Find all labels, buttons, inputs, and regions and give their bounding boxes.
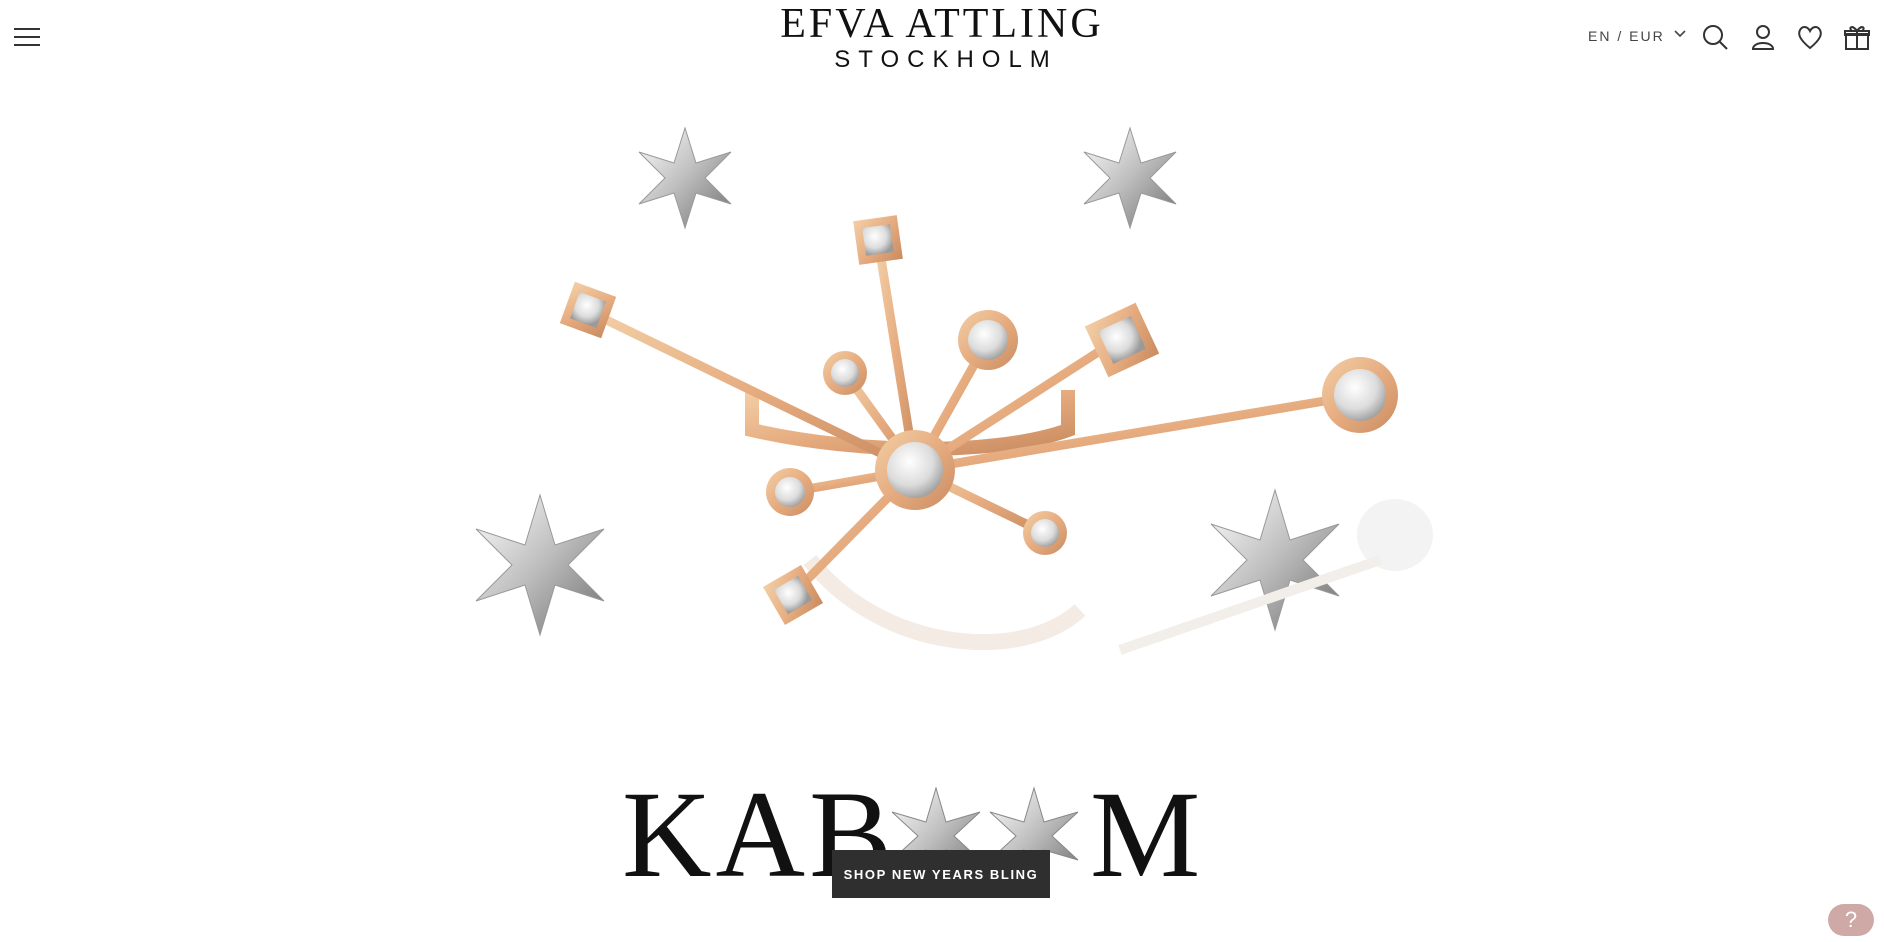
locale-selector[interactable]: EN / EUR: [1588, 28, 1686, 44]
star-diamond-icon: [1083, 126, 1177, 230]
account-icon[interactable]: [1748, 22, 1778, 52]
gift-bag-icon[interactable]: [1842, 22, 1872, 52]
hero-banner: KAB M: [0, 90, 1884, 920]
locale-label: EN / EUR: [1588, 28, 1665, 44]
princess-cut-stone: [1084, 302, 1160, 378]
site-header: EFVA ATTLING STOCKHOLM EN / EUR: [0, 0, 1884, 80]
round-cut-stone: [1023, 511, 1067, 555]
help-chat-button[interactable]: ?: [1828, 904, 1874, 936]
round-cut-stone: [1322, 357, 1398, 433]
round-cut-stone: [823, 351, 867, 395]
hero-jewelry-image: [475, 126, 1433, 655]
logo-line2: STOCKHOLM: [834, 46, 1058, 73]
star-diamond-icon: [638, 126, 732, 230]
center-round-stone: [875, 430, 955, 510]
wishlist-heart-icon[interactable]: [1795, 22, 1825, 52]
princess-cut-stone: [559, 281, 617, 339]
search-icon[interactable]: [1700, 22, 1730, 52]
shop-new-years-bling-button[interactable]: SHOP NEW YEARS BLING: [832, 850, 1050, 898]
headline-part2: M: [1090, 766, 1205, 903]
round-cut-stone: [766, 468, 814, 516]
princess-cut-stone: [853, 215, 903, 265]
star-diamond-icon: [475, 493, 605, 637]
round-cut-stone: [958, 310, 1018, 370]
chevron-down-icon: [1674, 30, 1686, 38]
